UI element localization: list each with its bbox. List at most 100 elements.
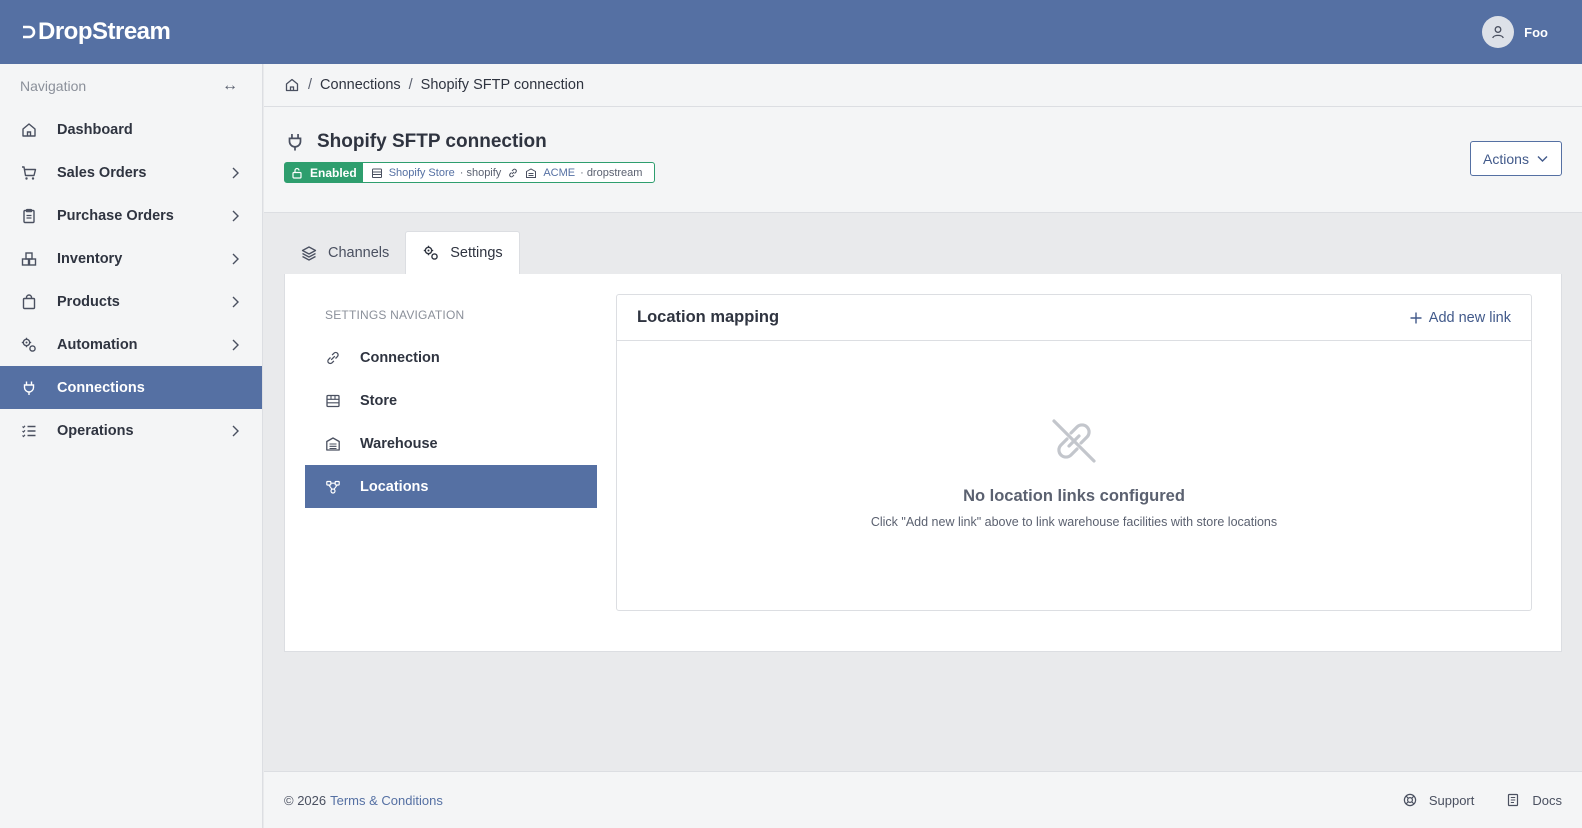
page-header: Shopify SFTP connection Enabled Shopify … — [264, 107, 1582, 213]
sidebar-header: Navigation ↔ — [0, 64, 262, 108]
warehouse-icon — [325, 436, 341, 452]
warehouse-icon — [526, 167, 537, 178]
location-mapping-card: Location mapping Add new link No locatio… — [616, 294, 1532, 611]
user-icon — [1492, 26, 1505, 39]
sidebar-item-dashboard[interactable]: Dashboard — [0, 108, 262, 151]
sidebar-item-inventory[interactable]: Inventory — [0, 237, 262, 280]
actions-button[interactable]: Actions — [1470, 141, 1562, 176]
user-name: Foo — [1524, 24, 1548, 40]
breadcrumb-item-connections[interactable]: Connections — [320, 77, 401, 93]
status-label: Enabled — [310, 165, 357, 180]
link-icon — [325, 350, 341, 366]
link-icon — [509, 168, 518, 177]
chevron-right-icon — [232, 210, 239, 221]
settings-item-label: Warehouse — [360, 435, 438, 452]
connection-meta: Shopify Store · shopify ACME · dropstrea… — [363, 167, 655, 179]
sidebar-item-label: Inventory — [57, 250, 123, 267]
network-icon — [325, 479, 341, 495]
terms-link[interactable]: Terms & Conditions — [330, 793, 443, 808]
store-icon — [371, 168, 382, 178]
support-label: Support — [1428, 792, 1475, 808]
sidebar-item-label: Purchase Orders — [57, 207, 174, 224]
settings-item-store[interactable]: Store — [305, 379, 597, 422]
sidebar-item-connections[interactable]: Connections — [0, 366, 262, 409]
add-new-link-label: Add new link — [1428, 309, 1511, 326]
page-title: Shopify SFTP connection — [317, 131, 547, 152]
home-icon[interactable] — [284, 77, 300, 93]
store-link[interactable]: Shopify Store — [389, 167, 455, 179]
empty-state-title: No location links configured — [963, 487, 1185, 505]
sidebar-heading: Navigation — [20, 78, 87, 94]
sidebar-item-sales-orders[interactable]: Sales Orders — [0, 151, 262, 194]
unlock-icon — [292, 167, 302, 179]
sidebar-item-label: Sales Orders — [57, 164, 147, 181]
plug-icon — [20, 379, 38, 397]
plus-icon — [1410, 312, 1422, 323]
empty-state-description: Click "Add new link" above to link wareh… — [870, 515, 1278, 529]
tab-label: Settings — [450, 245, 503, 261]
add-new-link-button[interactable]: Add new link — [1409, 310, 1511, 326]
content-area: Channels Settings Settings navigation Co… — [264, 213, 1582, 652]
breadcrumb-separator: / — [308, 77, 313, 93]
gears-icon — [20, 336, 38, 354]
empty-state: No location links configured Click "Add … — [617, 415, 1531, 529]
main-area: / Connections / Shopify SFTP connection … — [264, 64, 1582, 828]
top-bar: DropStream Foo — [0, 0, 1582, 64]
gears-icon — [422, 244, 440, 262]
sidebar-item-label: Dashboard — [57, 121, 133, 138]
sidebar-item-automation[interactable]: Automation — [0, 323, 262, 366]
broken-link-icon — [1048, 415, 1100, 467]
warehouse-link[interactable]: ACME — [543, 167, 575, 179]
breadcrumb-separator: / — [408, 77, 413, 93]
logo-mark-icon — [23, 25, 36, 39]
sidebar-item-purchase-orders[interactable]: Purchase Orders — [0, 194, 262, 237]
sidebar-item-label: Products — [57, 293, 120, 310]
layers-icon — [300, 244, 318, 262]
tab-channels[interactable]: Channels — [284, 231, 405, 274]
tab-bar: Channels Settings — [284, 231, 1562, 274]
settings-item-label: Store — [360, 392, 398, 409]
store-icon — [325, 393, 341, 409]
plug-icon — [284, 131, 306, 153]
chevron-right-icon — [232, 339, 239, 350]
document-icon — [1508, 793, 1519, 807]
collapse-toggle-icon[interactable]: ↔ — [222, 77, 238, 95]
boxes-icon — [20, 250, 38, 268]
avatar — [1482, 16, 1515, 48]
lifebuoy-icon — [1403, 793, 1417, 807]
home-icon — [20, 121, 38, 139]
sidebar: Navigation ↔ Dashboard Sales Orders Purc… — [0, 64, 263, 828]
settings-item-label: Locations — [360, 478, 429, 495]
settings-item-locations[interactable]: Locations — [305, 465, 597, 508]
breadcrumb-item-current: Shopify SFTP connection — [420, 77, 585, 93]
card-title: Location mapping — [637, 308, 780, 326]
tab-label: Channels — [328, 244, 390, 261]
sidebar-item-products[interactable]: Products — [0, 280, 262, 323]
list-icon — [20, 422, 38, 440]
brand-logo[interactable]: DropStream — [20, 18, 171, 46]
docs-label: Docs — [1532, 792, 1562, 808]
sidebar-item-operations[interactable]: Operations — [0, 409, 262, 452]
breadcrumb: / Connections / Shopify SFTP connection — [264, 64, 1582, 107]
brand-name: DropStream — [38, 18, 171, 45]
tab-settings[interactable]: Settings — [405, 231, 520, 274]
title-row: Shopify SFTP connection — [284, 131, 1562, 153]
docs-link[interactable]: Docs — [1506, 793, 1562, 808]
support-link[interactable]: Support — [1403, 792, 1475, 808]
user-menu[interactable]: Foo — [1482, 16, 1548, 48]
footer-links: Support Docs — [1371, 793, 1562, 808]
bag-icon — [20, 293, 38, 311]
copyright: © 2026 — [284, 792, 327, 808]
chevron-right-icon — [232, 425, 239, 436]
footer: © 2026 Terms & Conditions Support Docs — [264, 771, 1582, 828]
card-header: Location mapping Add new link — [617, 295, 1531, 341]
settings-nav-heading: Settings navigation — [325, 308, 465, 322]
chevron-right-icon — [232, 296, 239, 307]
warehouse-type: · dropstream — [580, 166, 643, 179]
settings-item-connection[interactable]: Connection — [305, 336, 597, 379]
cart-icon — [20, 164, 38, 182]
settings-item-warehouse[interactable]: Warehouse — [305, 422, 597, 465]
sidebar-item-label: Connections — [57, 379, 145, 396]
chevron-right-icon — [232, 167, 239, 178]
status-badge: Enabled — [285, 163, 363, 182]
